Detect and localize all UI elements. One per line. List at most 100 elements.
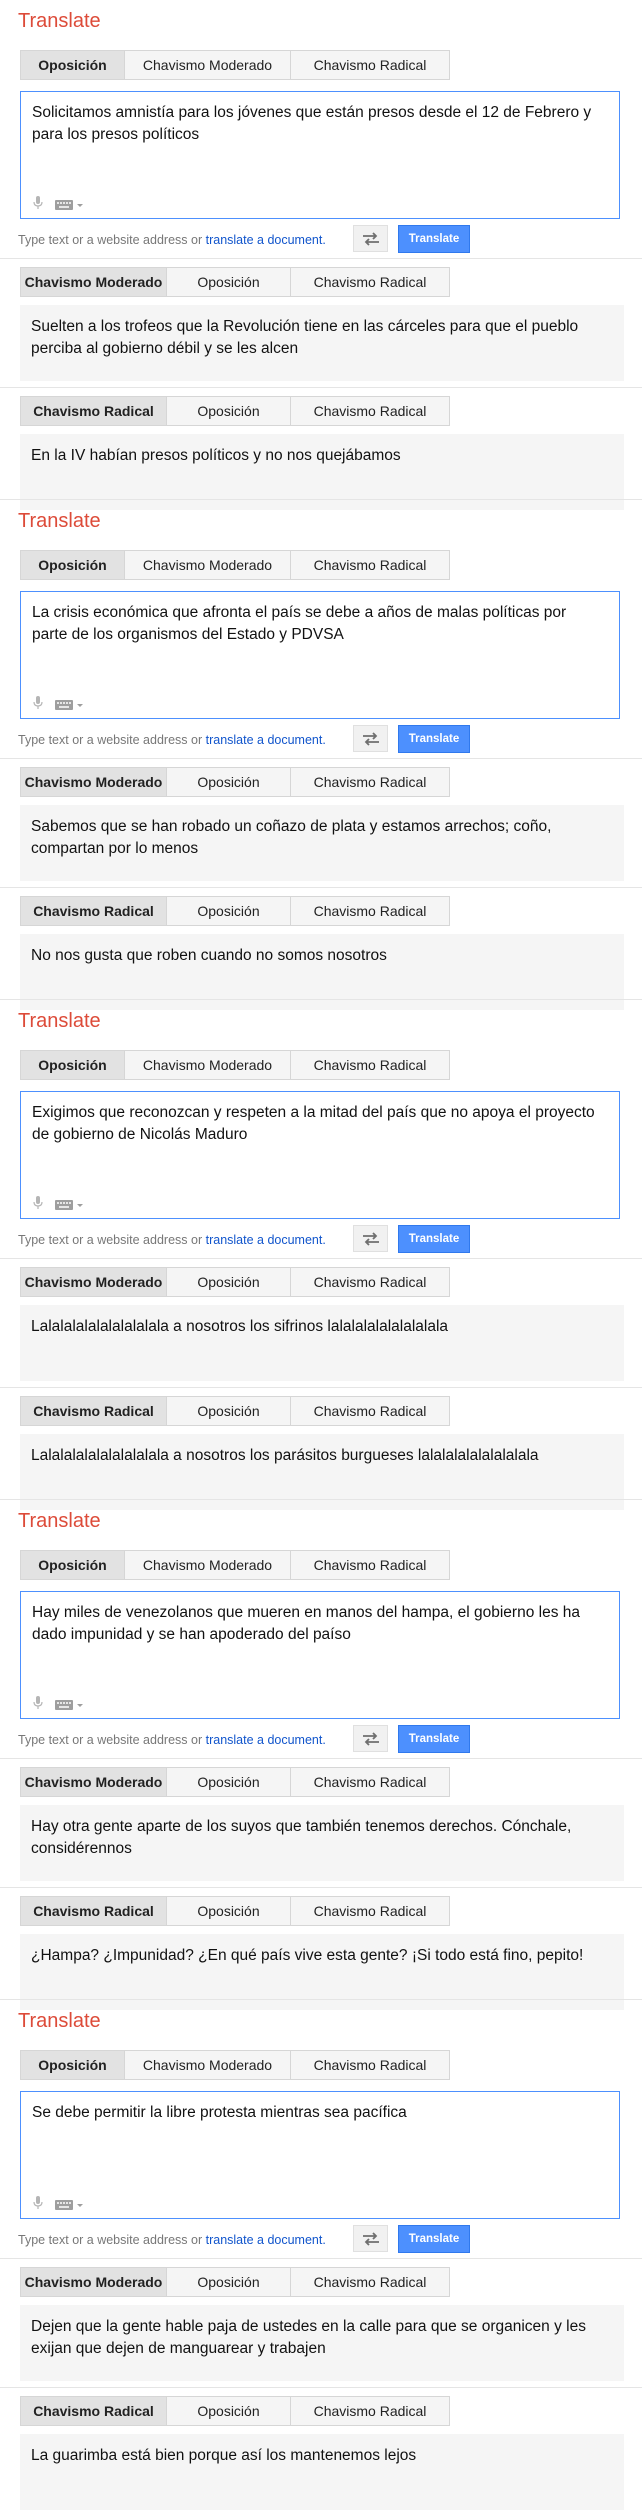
radical-tabs: Chavismo Radical Oposición Chavismo Radi… [20,1896,450,1926]
input-hint: Type text or a website address or transl… [18,2233,326,2247]
tab-chavismo-moderado[interactable]: Chavismo Moderado [125,1551,291,1579]
keyboard-icon[interactable] [55,199,85,211]
translate-button[interactable]: Translate [398,1225,470,1253]
tab-chavismo-radical-alt[interactable]: Chavismo Radical [291,1397,449,1425]
tab-chavismo-radical-alt[interactable]: Chavismo Radical [291,897,449,925]
tab-chavismo-radical[interactable]: Chavismo Radical [291,51,449,79]
swap-languages-button[interactable] [353,725,388,752]
input-hint: Type text or a website address or transl… [18,733,326,747]
tab-chavismo-radical[interactable]: Chavismo Radical [291,1268,449,1296]
translate-button[interactable]: Translate [398,1725,470,1753]
translate-document-link[interactable]: translate a document. [206,1733,326,1747]
swap-languages-button[interactable] [353,225,388,252]
tab-oposicion[interactable]: Oposición [167,1397,291,1425]
tab-chavismo-moderado[interactable]: Chavismo Moderado [125,2051,291,2079]
tab-chavismo-radical[interactable]: Chavismo Radical [291,2268,449,2296]
source-text-input[interactable]: La crisis económica que afronta el país … [20,591,620,719]
microphone-icon[interactable] [33,1196,43,1210]
microphone-icon[interactable] [33,2196,43,2210]
tab-chavismo-moderado[interactable]: Chavismo Moderado [21,768,167,796]
source-text[interactable]: Hay miles de venezolanos que mueren en m… [32,1602,602,1646]
tab-chavismo-moderado[interactable]: Chavismo Moderado [21,268,167,296]
tab-chavismo-moderado[interactable]: Chavismo Moderado [21,1268,167,1296]
tab-chavismo-radical[interactable]: Chavismo Radical [291,2051,449,2079]
translate-button[interactable]: Translate [398,2225,470,2253]
keyboard-icon[interactable] [55,1199,85,1211]
tab-chavismo-radical[interactable]: Chavismo Radical [291,1551,449,1579]
translate-document-link[interactable]: translate a document. [206,2233,326,2247]
source-tabs: Oposición Chavismo Moderado Chavismo Rad… [20,1550,450,1580]
source-text[interactable]: Se debe permitir la libre protesta mient… [32,2102,602,2124]
tab-chavismo-radical-alt[interactable]: Chavismo Radical [291,397,449,425]
keyboard-icon[interactable] [55,699,85,711]
source-text[interactable]: Exigimos que reconozcan y respeten a la … [32,1102,602,1146]
tab-oposicion[interactable]: Oposición [167,2397,291,2425]
translate-block: Translate Oposición Chavismo Moderado Ch… [0,0,642,510]
tab-chavismo-moderado[interactable]: Chavismo Moderado [125,51,291,79]
tab-chavismo-radical[interactable]: Chavismo Radical [291,551,449,579]
tab-oposicion[interactable]: Oposición [21,551,125,579]
source-tabs: Oposición Chavismo Moderado Chavismo Rad… [20,550,450,580]
swap-languages-button[interactable] [353,1725,388,1752]
microphone-icon[interactable] [33,696,43,710]
tab-oposicion[interactable]: Oposición [167,1768,291,1796]
source-tabs: Oposición Chavismo Moderado Chavismo Rad… [20,50,450,80]
source-text-input[interactable]: Solicitamos amnistía para los jóvenes qu… [20,91,620,219]
translate-title: Translate [18,1010,101,1032]
tab-oposicion[interactable]: Oposición [21,51,125,79]
moderado-tabs: Chavismo Moderado Oposición Chavismo Rad… [20,767,450,797]
tab-chavismo-radical[interactable]: Chavismo Radical [291,1768,449,1796]
source-text-input[interactable]: Hay miles de venezolanos que mueren en m… [20,1591,620,1719]
radical-tabs: Chavismo Radical Oposición Chavismo Radi… [20,396,450,426]
tab-chavismo-moderado[interactable]: Chavismo Moderado [125,1051,291,1079]
swap-icon [362,1731,379,1746]
tab-chavismo-radical[interactable]: Chavismo Radical [291,1051,449,1079]
source-text-input[interactable]: Exigimos que reconozcan y respeten a la … [20,1091,620,1219]
moderado-output: Sabemos que se han robado un coñazo de p… [20,805,624,881]
tab-chavismo-radical[interactable]: Chavismo Radical [21,1397,167,1425]
tab-chavismo-radical-alt[interactable]: Chavismo Radical [291,1897,449,1925]
source-text[interactable]: La crisis económica que afronta el país … [32,602,602,646]
tab-chavismo-radical-alt[interactable]: Chavismo Radical [291,2397,449,2425]
tab-chavismo-radical[interactable]: Chavismo Radical [21,1897,167,1925]
keyboard-icon[interactable] [55,1699,85,1711]
translate-document-link[interactable]: translate a document. [206,1233,326,1247]
tab-chavismo-radical[interactable]: Chavismo Radical [291,768,449,796]
source-tabs: Oposición Chavismo Moderado Chavismo Rad… [20,1050,450,1080]
radical-translation: Lalalalalalalalalalala a nosotros los pa… [31,1447,539,1464]
tab-oposicion[interactable]: Oposición [167,1897,291,1925]
tab-oposicion[interactable]: Oposición [167,268,291,296]
translate-document-link[interactable]: translate a document. [206,733,326,747]
moderado-tabs: Chavismo Moderado Oposición Chavismo Rad… [20,1767,450,1797]
swap-languages-button[interactable] [353,1225,388,1252]
section-divider [0,1758,642,1759]
swap-languages-button[interactable] [353,2225,388,2252]
tab-chavismo-moderado[interactable]: Chavismo Moderado [21,2268,167,2296]
tab-oposicion[interactable]: Oposición [21,2051,125,2079]
translate-button[interactable]: Translate [398,225,470,253]
translate-button[interactable]: Translate [398,725,470,753]
source-text-input[interactable]: Se debe permitir la libre protesta mient… [20,2091,620,2219]
tab-oposicion[interactable]: Oposición [167,2268,291,2296]
tab-chavismo-radical[interactable]: Chavismo Radical [21,897,167,925]
source-text[interactable]: Solicitamos amnistía para los jóvenes qu… [32,102,602,146]
tab-oposicion[interactable]: Oposición [167,397,291,425]
translate-block: Translate Oposición Chavismo Moderado Ch… [0,1000,642,1510]
microphone-icon[interactable] [33,1696,43,1710]
translate-document-link[interactable]: translate a document. [206,233,326,247]
tab-oposicion[interactable]: Oposición [167,897,291,925]
tab-oposicion[interactable]: Oposición [167,1268,291,1296]
input-hint: Type text or a website address or transl… [18,1233,326,1247]
tab-chavismo-moderado[interactable]: Chavismo Moderado [21,1768,167,1796]
tab-chavismo-moderado[interactable]: Chavismo Moderado [125,551,291,579]
tab-oposicion[interactable]: Oposición [21,1551,125,1579]
tab-chavismo-radical[interactable]: Chavismo Radical [21,2397,167,2425]
tab-chavismo-radical[interactable]: Chavismo Radical [21,397,167,425]
tab-oposicion[interactable]: Oposición [167,768,291,796]
tab-oposicion[interactable]: Oposición [21,1051,125,1079]
microphone-icon[interactable] [33,196,43,210]
keyboard-icon[interactable] [55,2199,85,2211]
translate-block: Translate Oposición Chavismo Moderado Ch… [0,2000,642,2510]
tab-chavismo-radical[interactable]: Chavismo Radical [291,268,449,296]
section-divider [0,1387,642,1388]
